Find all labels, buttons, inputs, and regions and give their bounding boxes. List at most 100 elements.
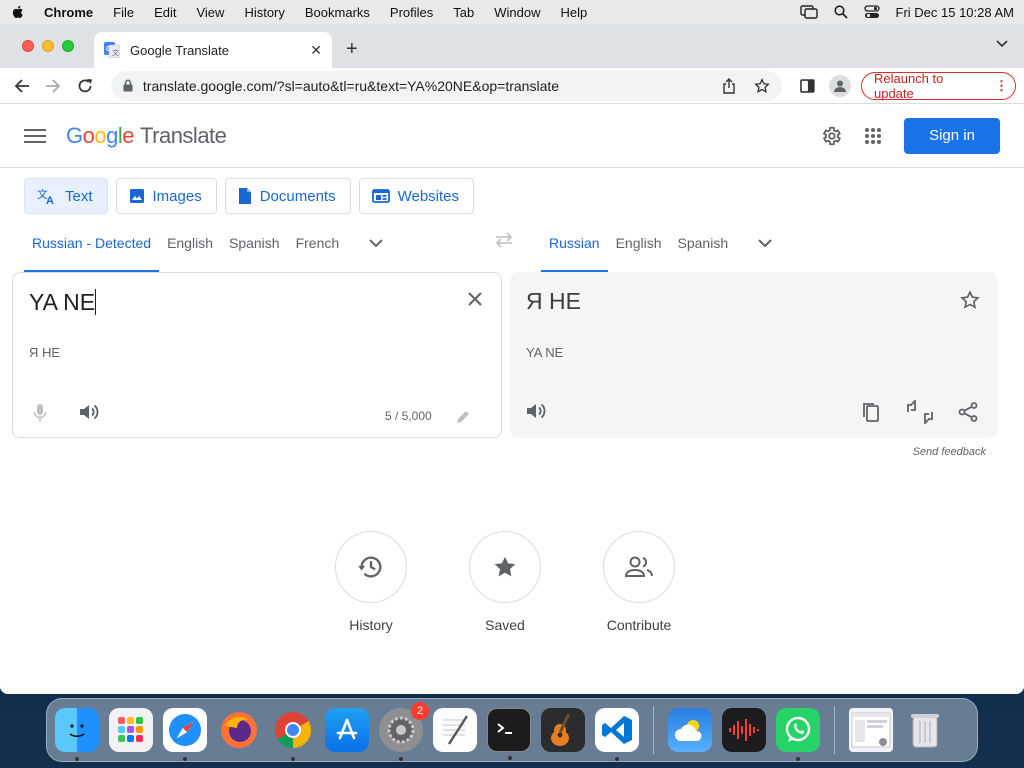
firefox-icon[interactable] [217,708,261,752]
browser-window: G文 Google Translate ✕ + translate.google… [0,24,1024,694]
sign-in-button[interactable]: Sign in [904,117,1000,154]
apple-icon[interactable] [10,4,26,20]
url-text: translate.google.com/?sl=auto&tl=ru&text… [142,77,560,94]
menu-help[interactable]: Help [561,5,588,20]
profile-avatar[interactable] [829,74,851,97]
back-arrow-icon [14,78,29,93]
menu-app-name[interactable]: Chrome [44,5,93,20]
spotlight-search-icon[interactable] [833,5,848,19]
target-lang-spanish[interactable]: Spanish [670,214,737,272]
person-icon [834,80,847,92]
history-action[interactable]: History [335,531,407,633]
menu-window[interactable]: Window [494,5,540,20]
microphone-icon[interactable] [33,403,47,423]
terminal-icon[interactable] [487,708,531,760]
visual-studio-code-icon[interactable] [595,708,639,761]
copy-translation-icon[interactable] [862,402,880,422]
textedit-icon[interactable] [433,708,477,752]
target-lang-more-chevron-icon[interactable] [750,214,780,272]
menu-edit[interactable]: Edit [154,5,176,20]
settings-gear-icon[interactable] [820,125,842,147]
website-icon [371,189,390,203]
browser-tab[interactable]: G文 Google Translate ✕ [94,32,332,68]
document-icon [238,188,251,204]
mode-images-tab[interactable]: Images [115,178,217,214]
mode-text-tab[interactable]: 文A Text [24,178,108,214]
google-translate-logo[interactable]: Google Translate [66,123,227,149]
launchpad-icon[interactable] [109,708,153,752]
mode-websites-tab[interactable]: Websites [358,178,475,214]
system-preferences-badge: 2 [411,702,429,720]
menu-history[interactable]: History [244,5,284,20]
source-lang-spanish[interactable]: Spanish [221,214,288,272]
tab-search-chevron-icon[interactable] [996,40,1008,48]
forward-button[interactable] [40,72,68,100]
relaunch-to-update-button[interactable]: Relaunch to update ⋮ [860,70,1017,101]
main-menu-icon[interactable] [24,125,46,147]
weather-icon[interactable] [668,708,712,752]
menu-bookmarks[interactable]: Bookmarks [305,5,370,20]
rate-translation-icon[interactable] [906,400,934,424]
menu-file[interactable]: File [113,5,134,20]
send-feedback-link[interactable]: Send feedback [913,446,986,458]
address-bar[interactable]: translate.google.com/?sl=auto&tl=ru&text… [110,70,783,101]
menu-view[interactable]: View [196,5,224,20]
back-button[interactable] [8,72,36,100]
mode-websites-label: Websites [397,187,460,205]
app-store-icon[interactable] [325,708,369,752]
minimize-window-button[interactable] [42,40,54,52]
zoom-window-button[interactable] [62,40,74,52]
browser-toolbar: translate.google.com/?sl=auto&tl=ru&text… [0,68,1024,104]
share-translation-icon[interactable] [958,402,978,422]
source-text-panel[interactable]: YA NE Я НЕ 5 / 5,000 [12,272,502,438]
saved-action[interactable]: Saved [469,531,541,633]
relaunch-label: Relaunch to update [873,70,944,101]
source-lang-french[interactable]: French [288,214,348,272]
handwriting-pen-icon[interactable] [455,409,471,425]
close-window-button[interactable] [22,40,34,52]
side-panel-icon[interactable] [800,78,816,93]
reload-button[interactable] [71,72,99,100]
listen-source-speaker-icon[interactable] [79,403,99,421]
google-apps-icon[interactable] [864,127,882,145]
chrome-icon[interactable] [271,708,315,761]
clear-source-icon[interactable] [467,291,483,307]
tab-title: Google Translate [130,42,230,58]
menu-tab[interactable]: Tab [453,5,474,20]
menubar-clock[interactable]: Fri Dec 15 10:28 AM [896,5,1015,20]
lock-icon[interactable] [123,79,133,92]
people-icon [624,556,653,577]
bookmark-star-icon[interactable] [754,77,771,94]
macos-menubar: Chrome File Edit View History Bookmarks … [0,0,1024,24]
whatsapp-icon[interactable] [776,708,820,761]
safari-icon[interactable] [163,708,207,761]
svg-text:文: 文 [112,48,119,57]
swap-languages-icon[interactable] [494,232,514,248]
control-center-icon[interactable] [863,5,880,19]
source-input[interactable]: YA NE [29,289,97,316]
listen-translation-speaker-icon[interactable] [526,402,546,420]
garageband-icon[interactable] [541,708,585,752]
save-translation-star-icon[interactable] [960,290,980,310]
finder-icon[interactable] [55,708,99,761]
close-tab-icon[interactable]: ✕ [310,42,322,59]
contribute-action[interactable]: Contribute [603,531,675,633]
window-controls [22,40,74,52]
source-lang-detected[interactable]: Russian - Detected [24,214,160,272]
new-tab-button[interactable]: + [346,38,358,61]
system-preferences-icon[interactable]: 2 [379,702,429,761]
source-lang-english[interactable]: English [159,214,221,272]
recent-window-thumbnail[interactable] [849,708,893,752]
share-page-icon[interactable] [722,77,736,94]
target-lang-russian[interactable]: Russian [541,214,608,272]
source-lang-more-chevron-icon[interactable] [361,214,391,272]
target-lang-english[interactable]: English [608,214,670,272]
trash-icon[interactable] [903,708,947,752]
menu-profiles[interactable]: Profiles [390,5,433,20]
mode-documents-tab[interactable]: Documents [224,178,351,214]
target-language-tabs: Russian English Spanish [541,214,780,272]
tab-strip: G文 Google Translate ✕ + [0,24,1024,68]
saved-label: Saved [485,617,525,633]
voice-memos-icon[interactable] [722,708,766,752]
screen-mirroring-icon[interactable] [799,5,818,19]
